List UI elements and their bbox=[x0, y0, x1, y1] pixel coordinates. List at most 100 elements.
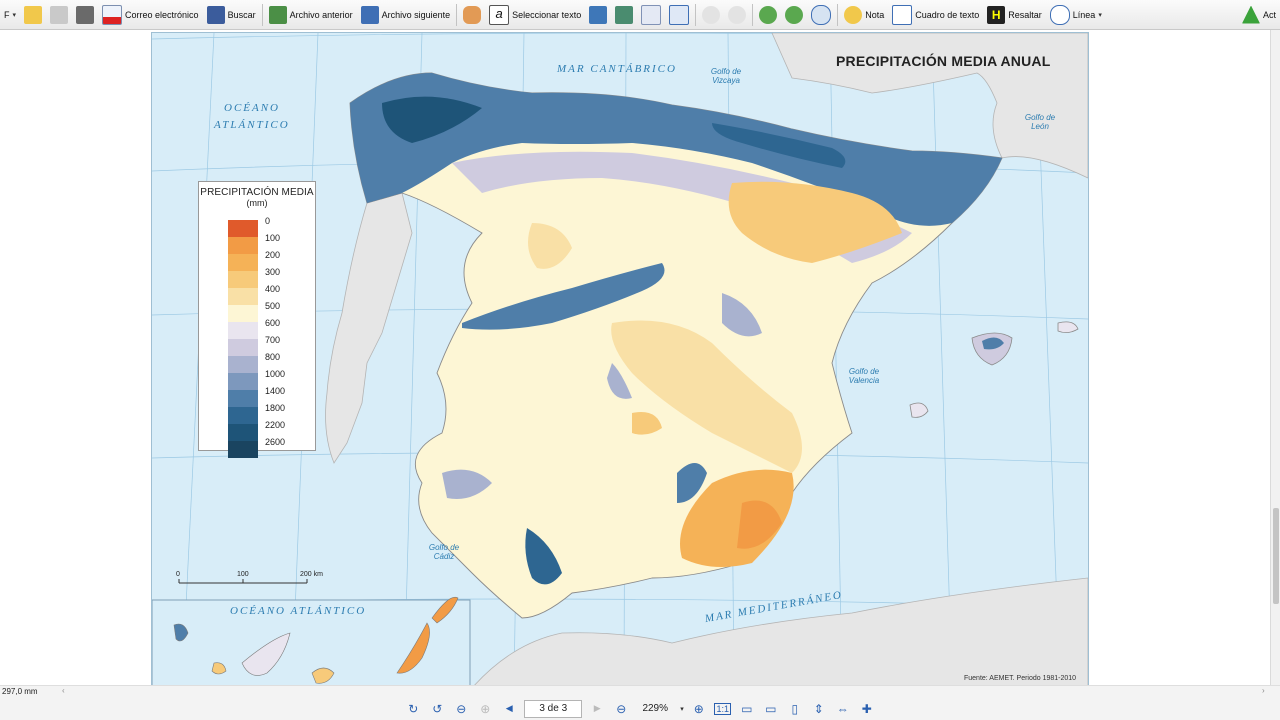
scroll-left-arrow-icon[interactable]: ‹ bbox=[62, 686, 65, 695]
snapshot-button[interactable] bbox=[585, 3, 611, 27]
email-label: Correo electrónico bbox=[125, 9, 199, 20]
gulf-label-vizcaya: Golfo de Vizcaya bbox=[710, 67, 742, 85]
legend-label: 1800 bbox=[265, 403, 286, 413]
legend-label: 2200 bbox=[265, 420, 286, 430]
line-label: Línea bbox=[1072, 9, 1096, 20]
rotate-right-button[interactable]: ↺ bbox=[428, 700, 446, 718]
undo-button[interactable] bbox=[698, 3, 724, 27]
toolbar-divider bbox=[695, 3, 697, 26]
magnifier-button[interactable] bbox=[807, 3, 835, 27]
sea-label-cantabrico: MAR CANTÁBRICO bbox=[557, 63, 677, 75]
highlight-icon: H bbox=[987, 5, 1006, 24]
scroll-right-arrow-icon[interactable]: › bbox=[1262, 686, 1265, 695]
rotate-left-button[interactable]: ↻ bbox=[404, 700, 422, 718]
open-folder-button[interactable] bbox=[20, 3, 46, 27]
file-menu-button[interactable]: F ▾ bbox=[0, 3, 20, 27]
forward-button[interactable]: ⊕ bbox=[476, 700, 494, 718]
line-button[interactable]: Línea ▾ bbox=[1046, 3, 1106, 27]
zoom-dropdown-icon[interactable]: ▾ bbox=[680, 705, 684, 713]
next-file-button[interactable]: Archivo siguiente bbox=[357, 3, 455, 27]
document-viewer[interactable]: PRECIPITACIÓN MEDIA ANUAL MAR CANTÁBRICO… bbox=[0, 30, 1270, 685]
redo-button[interactable] bbox=[724, 3, 750, 27]
legend-swatch bbox=[228, 373, 258, 390]
note-icon bbox=[844, 5, 863, 24]
map-source: Fuente: AEMET. Periodo 1981-2010 bbox=[964, 675, 1077, 682]
magnifier-icon bbox=[811, 4, 832, 25]
image-tool-button[interactable] bbox=[611, 3, 637, 27]
action-icon bbox=[1241, 5, 1260, 24]
zoom-level[interactable]: 229% bbox=[636, 701, 674, 717]
facing-pages-button[interactable]: ⇔ bbox=[834, 700, 852, 718]
email-button[interactable]: Correo electrónico bbox=[98, 3, 203, 27]
action-button[interactable]: Act bbox=[1238, 3, 1280, 27]
print-button[interactable] bbox=[72, 3, 98, 27]
sea-label-atlantico: ATLÁNTICO bbox=[214, 119, 290, 131]
toolbar-divider bbox=[837, 3, 839, 26]
actual-size-icon: 1:1 bbox=[714, 702, 731, 715]
legend-swatch bbox=[228, 424, 258, 441]
crop-tool-button[interactable] bbox=[665, 3, 693, 27]
legend-swatch bbox=[228, 254, 258, 271]
zoom-in-button[interactable] bbox=[755, 3, 781, 27]
vertical-scrollbar[interactable] bbox=[1270, 30, 1280, 685]
single-page-button[interactable]: ▯ bbox=[786, 700, 804, 718]
textbox-button[interactable]: Cuadro de texto bbox=[888, 3, 983, 27]
text-cursor-icon: a bbox=[489, 4, 510, 25]
legend-swatch bbox=[228, 220, 258, 237]
previous-file-label: Archivo anterior bbox=[289, 9, 353, 20]
menorca bbox=[1057, 321, 1079, 333]
ibiza bbox=[909, 402, 929, 418]
fit-page-icon: ▭ bbox=[741, 701, 753, 716]
image-icon bbox=[615, 5, 634, 24]
previous-page-button[interactable]: ◀ bbox=[500, 700, 518, 718]
zoom-in-status-button[interactable]: ⊕ bbox=[690, 700, 708, 718]
chevron-down-icon: ▾ bbox=[1098, 11, 1102, 19]
legend-swatch bbox=[228, 356, 258, 373]
email-pdf-icon bbox=[102, 4, 123, 25]
printer-icon bbox=[76, 5, 95, 24]
highlight-label: Resaltar bbox=[1008, 9, 1042, 20]
search-label: Buscar bbox=[227, 9, 256, 20]
plus-circle-icon: ⊕ bbox=[693, 701, 704, 716]
save-button[interactable] bbox=[46, 3, 72, 27]
legend-swatch bbox=[228, 390, 258, 407]
single-page-icon: ▯ bbox=[791, 701, 799, 716]
page-indicator[interactable]: 3 de 3 bbox=[524, 699, 583, 718]
zoom-out-button[interactable] bbox=[781, 3, 807, 27]
continuous-page-button[interactable]: ⇕ bbox=[810, 700, 828, 718]
legend-label: 500 bbox=[265, 301, 281, 311]
pointer-icon bbox=[641, 4, 662, 25]
note-button[interactable]: Nota bbox=[840, 3, 888, 27]
legend-swatch bbox=[228, 322, 258, 339]
fit-width-button[interactable]: ▭ bbox=[762, 700, 780, 718]
fit-width-icon: ▭ bbox=[765, 701, 777, 716]
back-button[interactable]: ⊖ bbox=[452, 700, 470, 718]
map-title: PRECIPITACIÓN MEDIA ANUAL bbox=[836, 53, 1051, 69]
next-page-button[interactable]: ▶ bbox=[588, 700, 606, 718]
previous-file-button[interactable]: Archivo anterior bbox=[265, 3, 357, 27]
fit-page-button[interactable]: ▭ bbox=[738, 700, 756, 718]
split-view-button[interactable]: ✚ bbox=[858, 700, 876, 718]
search-button[interactable]: Buscar bbox=[203, 3, 260, 27]
scrollbar-thumb[interactable] bbox=[1273, 508, 1279, 604]
zoom-out-status-button[interactable]: ⊖ bbox=[612, 700, 630, 718]
map-page: PRECIPITACIÓN MEDIA ANUAL MAR CANTÁBRICO… bbox=[151, 32, 1089, 685]
select-text-button[interactable]: a Seleccionar texto bbox=[485, 3, 585, 27]
legend-label: 2600 bbox=[265, 437, 286, 447]
rotate-left-icon: ↻ bbox=[408, 701, 419, 716]
toolbar: F ▾ Correo electrónico Buscar Archivo ant… bbox=[0, 0, 1280, 30]
save-icon bbox=[50, 5, 69, 24]
pointer-tool-button[interactable] bbox=[637, 3, 665, 27]
gulf-label-leon: Golfo de León bbox=[1024, 113, 1056, 131]
next-file-label: Archivo siguiente bbox=[381, 9, 451, 20]
textbox-label: Cuadro de texto bbox=[915, 9, 980, 20]
legend-label: 200 bbox=[265, 250, 281, 260]
highlight-button[interactable]: H Resaltar bbox=[983, 3, 1046, 27]
actual-size-button[interactable]: 1:1 bbox=[714, 700, 732, 718]
zoom-out-icon bbox=[785, 5, 804, 24]
legend-swatch bbox=[228, 339, 258, 356]
triangle-right-icon: ▶ bbox=[593, 703, 601, 713]
legend-label: 800 bbox=[265, 352, 281, 362]
legend-swatch bbox=[228, 288, 258, 305]
hand-tool-button[interactable] bbox=[459, 3, 485, 27]
